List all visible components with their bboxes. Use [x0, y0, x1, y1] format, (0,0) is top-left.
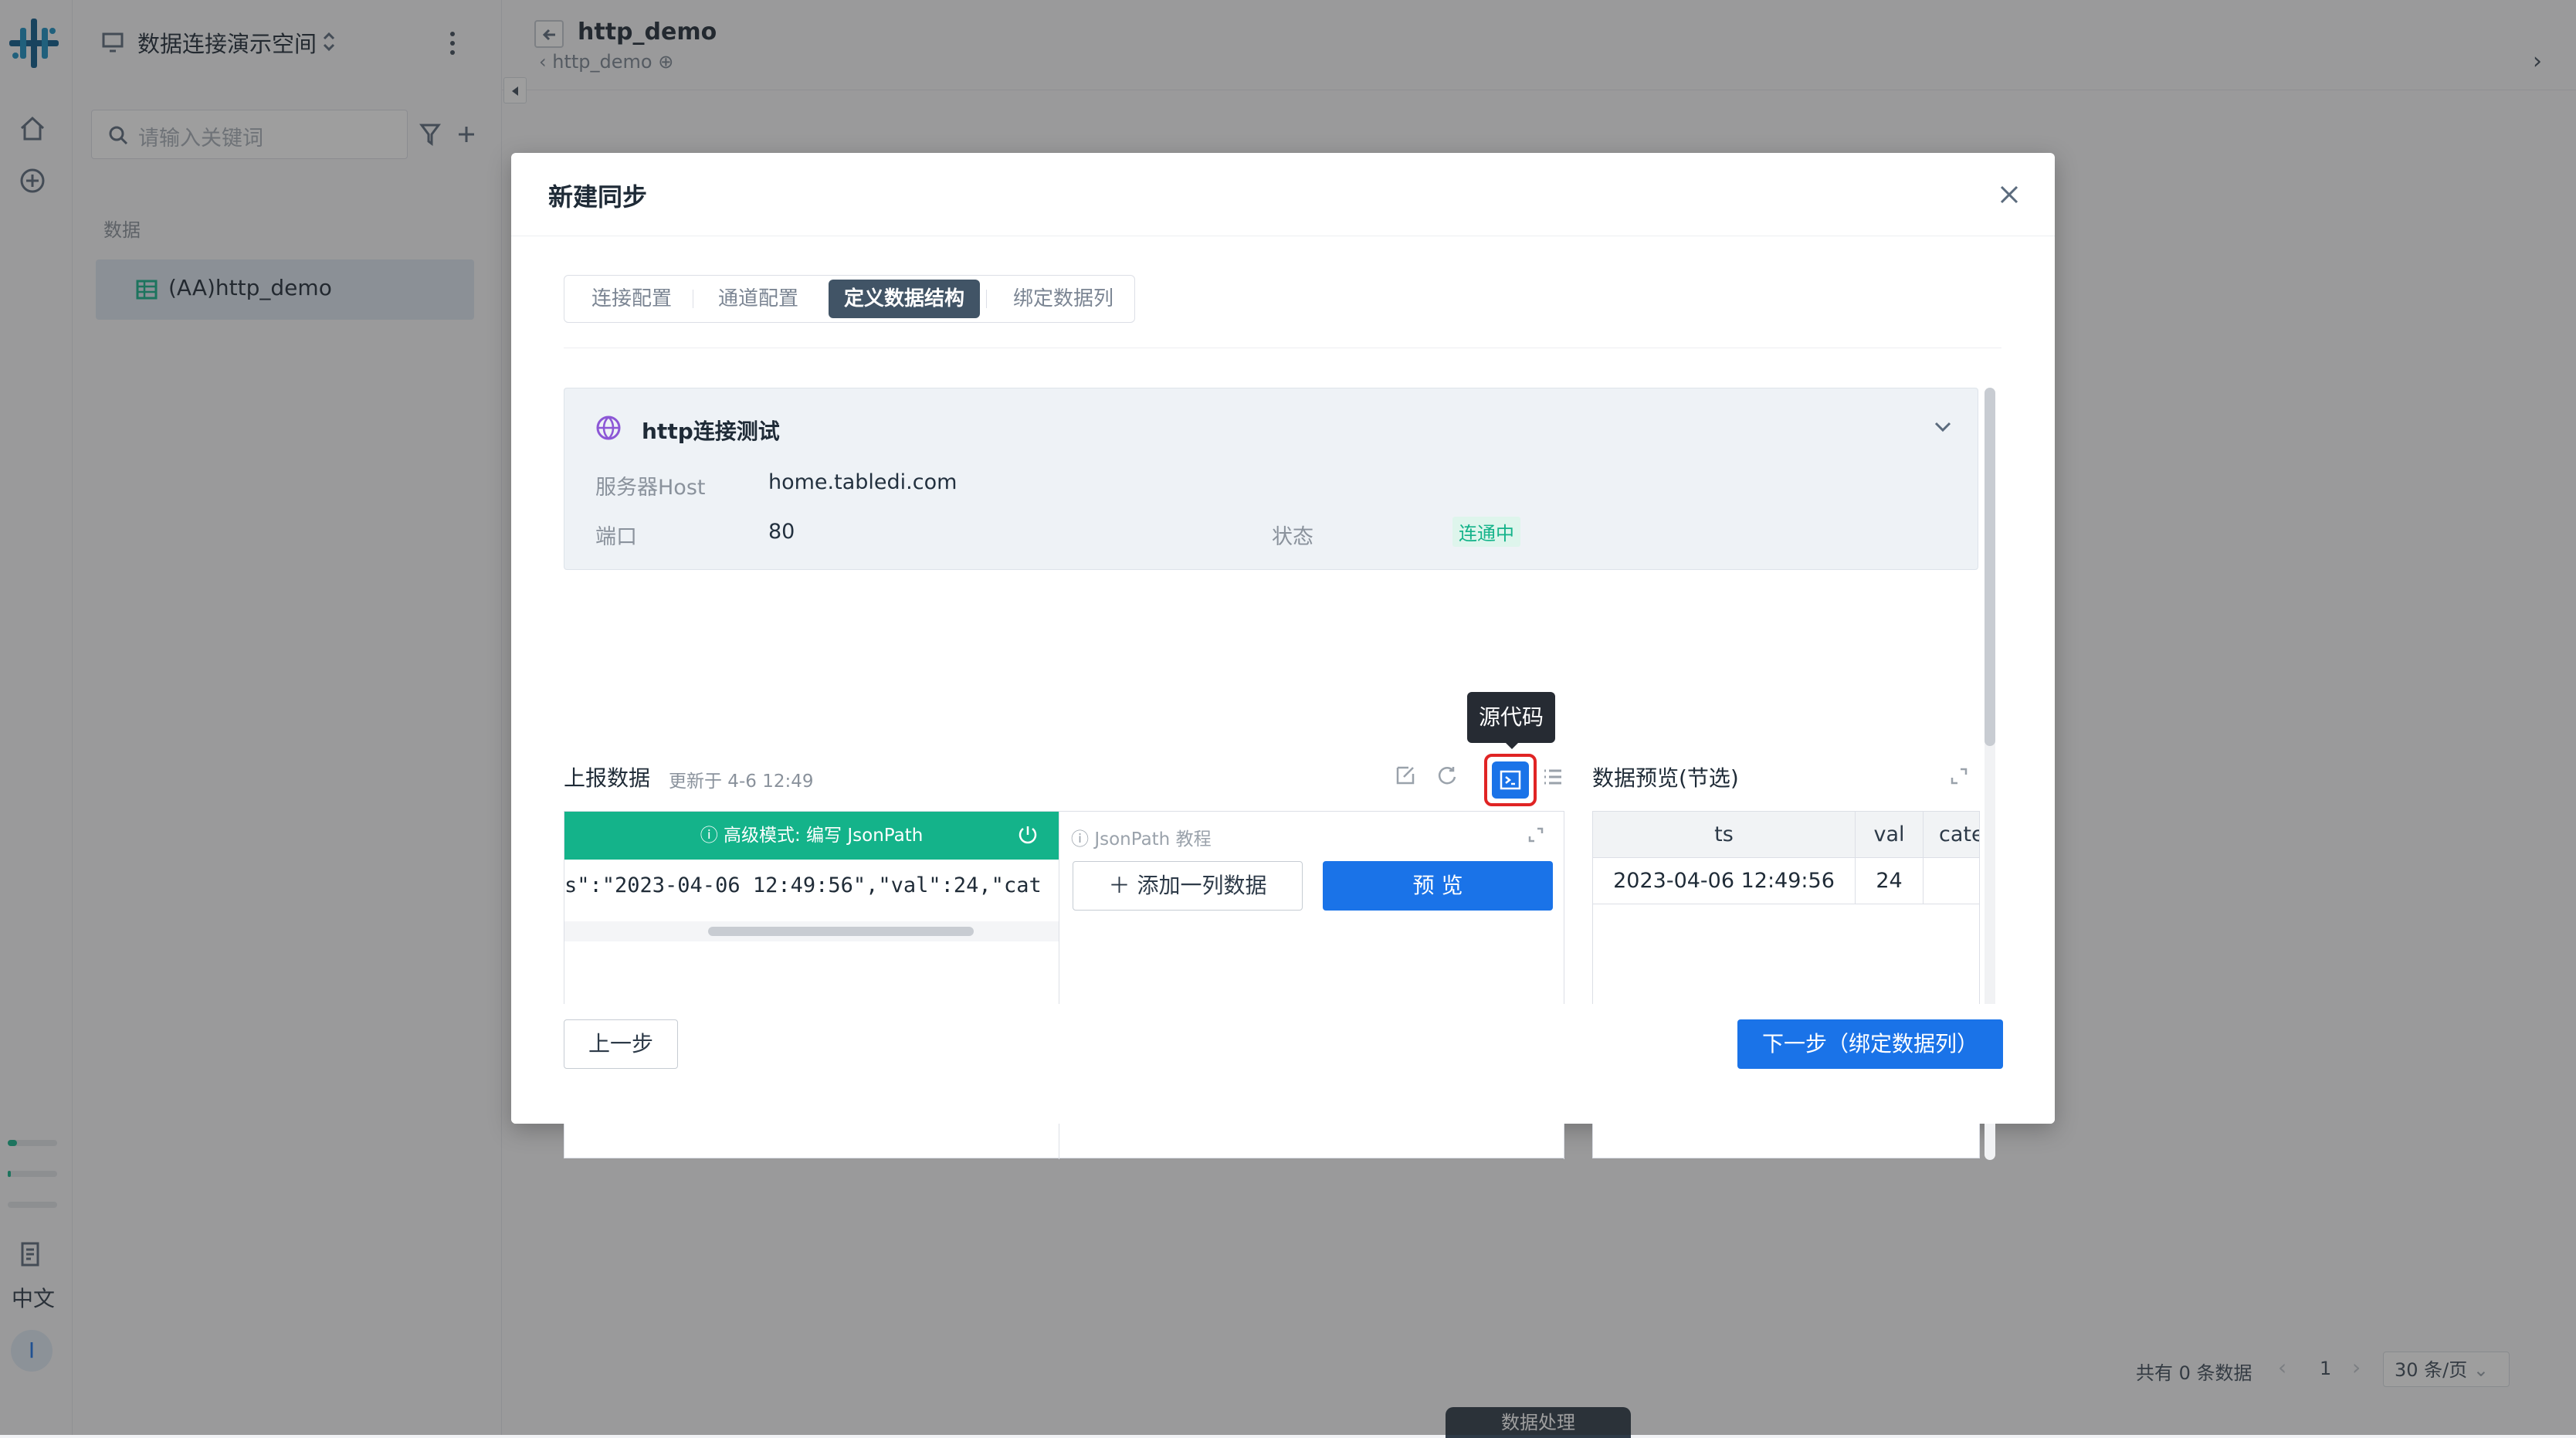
tooltip: 源代码 [1467, 692, 1555, 743]
tab-divider [986, 290, 987, 308]
edit-icon[interactable] [1395, 765, 1416, 786]
column-header: val [1856, 812, 1924, 858]
horizontal-scrollbar[interactable] [564, 921, 1059, 941]
dialog-title: 新建同步 [548, 182, 648, 212]
host-label: 服务器Host [595, 476, 706, 500]
jsonpath-tutorial-link[interactable]: ⓘ JsonPath 教程 [1071, 824, 1212, 850]
list-icon[interactable] [1541, 766, 1564, 788]
dialog-footer: 上一步 下一步（绑定数据列） [511, 1004, 2055, 1124]
preview-button[interactable]: 预 览 [1323, 861, 1553, 911]
refresh-icon[interactable] [1436, 765, 1458, 786]
host-value: home.tabledi.com [768, 470, 958, 494]
tab-bind-columns[interactable]: 绑定数据列 [994, 280, 1133, 318]
banner-label: 高级模式: 编写 JsonPath [724, 826, 924, 846]
preview-title: 数据预览(节选) [1592, 765, 1739, 791]
http-icon [596, 415, 621, 440]
add-column-button[interactable]: ＋ 添加一列数据 [1073, 861, 1303, 911]
table-row: 2023-04-06 12:49:56 24 [1593, 858, 1979, 904]
table-cell: 2023-04-06 12:49:56 [1593, 858, 1856, 904]
close-icon[interactable] [1997, 182, 2022, 207]
preview-header-row: ts val cate [1593, 812, 1980, 858]
tutorial-label: JsonPath 教程 [1094, 829, 1212, 850]
dialog-header: 新建同步 [511, 153, 2055, 236]
table-cell [1924, 858, 1979, 904]
tab-define-structure[interactable]: 定义数据结构 [829, 280, 980, 318]
question-icon: ⓘ [700, 826, 718, 846]
tab-channel-config[interactable]: 通道配置 [700, 280, 816, 318]
column-header: cate [1939, 822, 1980, 846]
report-updated: 更新于 4-6 12:49 [669, 772, 814, 792]
json-code-line[interactable]: s":"2023-04-06 12:49:56","val":24,"cat [564, 864, 1059, 907]
step-tabs: 连接配置 通道配置 定义数据结构 绑定数据列 [564, 275, 1135, 323]
expand-icon[interactable] [1949, 766, 1969, 786]
status-label: 状态 [1272, 525, 1313, 549]
status-badge: 连通中 [1452, 517, 1520, 547]
connection-card: http连接测试 服务器Host home.tabledi.com 端口 80 … [564, 388, 1978, 570]
expand-icon[interactable] [1527, 826, 1545, 844]
add-column-label: 添加一列数据 [1137, 873, 1267, 898]
power-icon[interactable] [1017, 824, 1039, 846]
scrollbar-thumb[interactable] [1985, 388, 1995, 746]
question-icon: ⓘ [1071, 829, 1089, 850]
next-step-button[interactable]: 下一步（绑定数据列） [1737, 1019, 2003, 1069]
prev-step-button[interactable]: 上一步 [564, 1019, 678, 1069]
new-sync-dialog: 新建同步 连接配置 通道配置 定义数据结构 绑定数据列 http连接测试 服务器… [511, 153, 2055, 1160]
table-cell: 24 [1856, 858, 1924, 904]
report-title: 上报数据 [564, 765, 651, 791]
port-label: 端口 [595, 525, 637, 549]
terminal-icon [1500, 770, 1521, 790]
column-header: ts [1593, 812, 1856, 858]
port-value: 80 [768, 520, 795, 544]
tab-connection-config[interactable]: 连接配置 [574, 280, 690, 318]
advanced-mode-banner[interactable]: ⓘ 高级模式: 编写 JsonPath [564, 812, 1059, 860]
horizontal-scrollbar-thumb[interactable] [708, 927, 974, 936]
chevron-down-icon[interactable] [1933, 419, 1953, 435]
source-code-button[interactable] [1492, 761, 1529, 799]
plus-icon: ＋ [1108, 873, 1130, 898]
tooltip-arrow [1504, 741, 1520, 749]
connection-name: http连接测试 [642, 419, 780, 444]
